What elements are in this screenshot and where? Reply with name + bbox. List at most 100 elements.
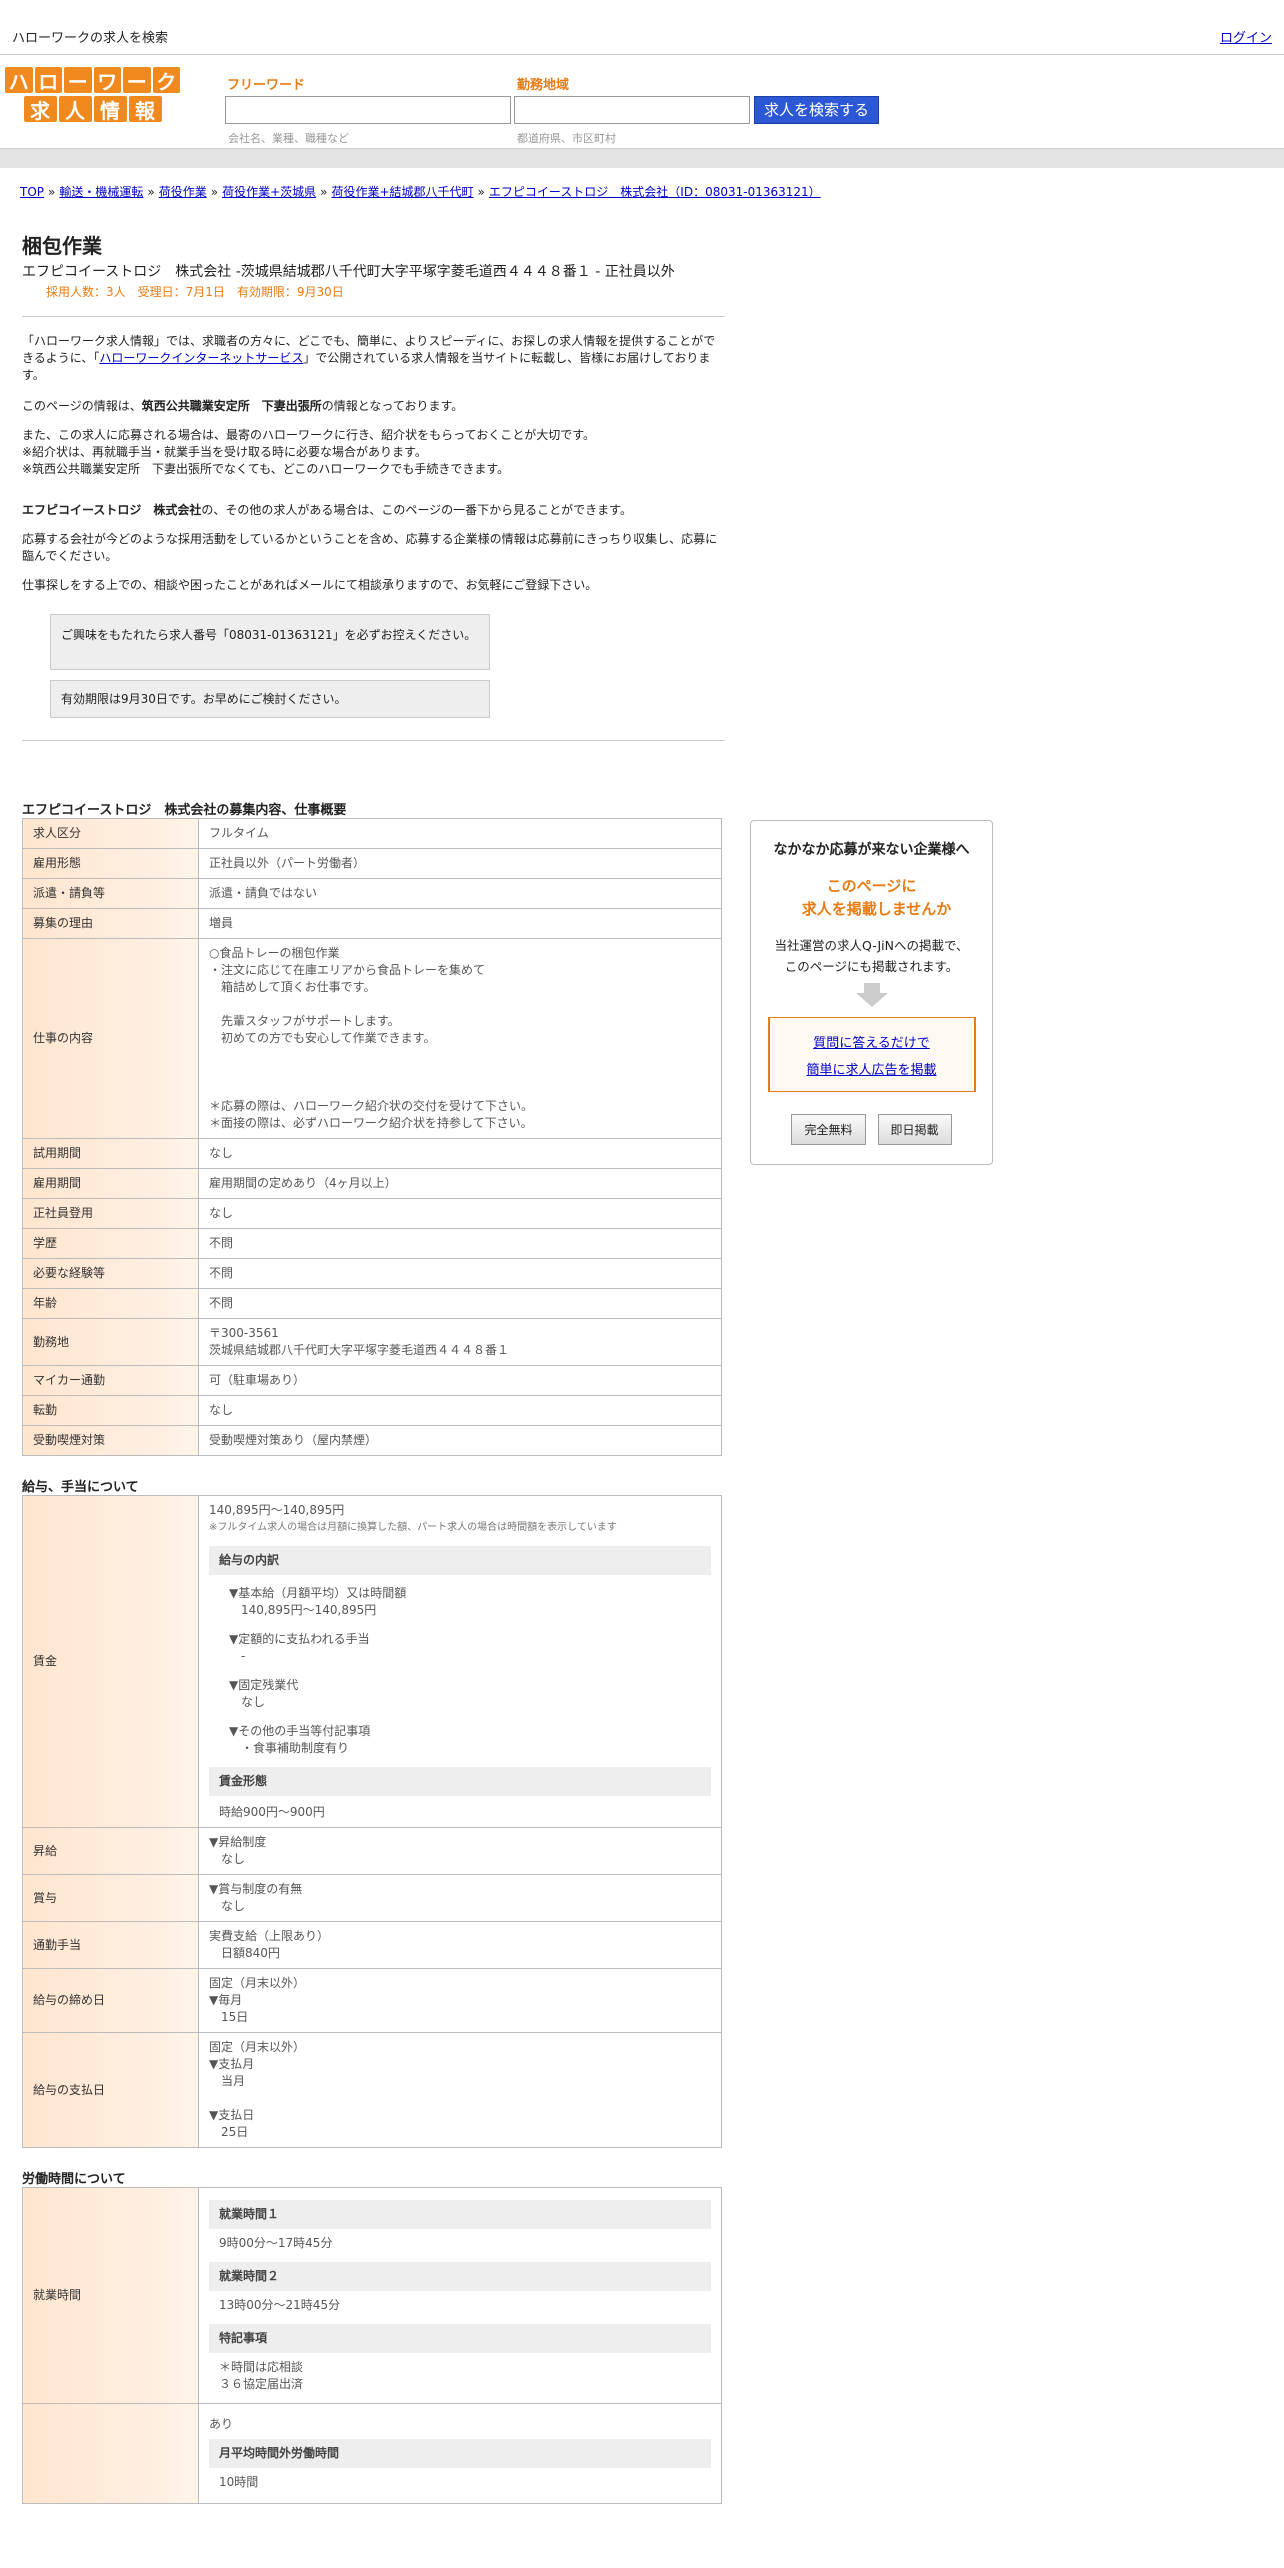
row-label: マイカー通勤 bbox=[22, 1365, 199, 1396]
logo-char: ロ bbox=[34, 67, 62, 94]
row-label: 正社員登用 bbox=[22, 1198, 199, 1229]
row-value: フルタイム bbox=[198, 818, 722, 849]
breadcrumb-prefecture[interactable]: 荷役作業+茨城県 bbox=[222, 185, 316, 199]
breadcrumb-job-type[interactable]: 荷役作業 bbox=[159, 185, 207, 199]
table-row: 派遣・請負等 派遣・請負ではない bbox=[22, 878, 722, 909]
advertise-text: 当社運営の求人Q-JiNへの掲載で、 このページにも掲載されます。 bbox=[751, 935, 992, 977]
job-title: 梱包作業 bbox=[22, 234, 102, 258]
row-label: 必要な経験等 bbox=[22, 1258, 199, 1289]
notes-heading: 特記事項 bbox=[209, 2324, 711, 2353]
breakdown-overtime: ▼固定残業代 なし bbox=[229, 1678, 299, 1709]
freeword-hint: 会社名、業種、職種など bbox=[228, 132, 349, 145]
overview-heading: エフピコイーストロジ 株式会社の募集内容、仕事概要 bbox=[22, 803, 347, 818]
wage-form-value: 時給900円〜900円 bbox=[219, 1805, 325, 1819]
freeword-label: フリーワード bbox=[227, 78, 306, 93]
row-value: 派遣・請負ではない bbox=[198, 878, 722, 909]
row-value: 可（駐車場あり） bbox=[198, 1365, 722, 1396]
table-row: 年齢 不問 bbox=[22, 1288, 722, 1319]
office-name: 筑西公共職業安定所 下妻出張所 bbox=[141, 399, 322, 413]
table-row: 受動喫煙対策 受動喫煙対策あり（屋内禁煙） bbox=[22, 1425, 722, 1456]
table-row: 雇用期間 雇用期間の定めあり（4ヶ月以上） bbox=[22, 1168, 722, 1199]
overtime-flag: あり bbox=[209, 2417, 234, 2431]
site-title: ハローワークの求人を検索 bbox=[12, 31, 169, 46]
office-text: の情報となっております。 bbox=[321, 399, 464, 413]
shift2-value: 13時00分〜21時45分 bbox=[219, 2298, 341, 2312]
breakdown-fixed-allowance: ▼定額的に支払われる手当 - bbox=[229, 1632, 370, 1663]
login-link[interactable]: ログイン bbox=[1220, 27, 1272, 46]
same-day-button[interactable]: 即日掲載 bbox=[877, 1114, 952, 1145]
shift1-heading: 就業時間１ bbox=[209, 2200, 711, 2229]
location-input[interactable] bbox=[514, 96, 750, 124]
row-value: 実費支給（上限あり） 日額840円 bbox=[198, 1921, 722, 1969]
table-row: 給与の締め日 固定（月末以外） ▼毎月 15日 bbox=[22, 1968, 722, 2033]
row-value: 不問 bbox=[198, 1288, 722, 1319]
row-label: 受動喫煙対策 bbox=[22, 1425, 199, 1456]
row-value: なし bbox=[198, 1395, 722, 1426]
overview-table: 求人区分 フルタイム 雇用形態 正社員以外（パート労働者） 派遣・請負等 派遣・請負ではな… bbox=[22, 818, 722, 1456]
logo-char: 人 bbox=[58, 96, 92, 123]
freeword-input[interactable] bbox=[225, 96, 511, 124]
office-paragraph: このページの情報は、筑西公共職業安定所 下妻出張所の情報となっております。 bbox=[22, 398, 725, 415]
hellowork-logo[interactable]: ハローワーク 求人情報 bbox=[5, 67, 180, 123]
divider bbox=[22, 740, 725, 741]
other-jobs-paragraph: エフピコイーストロジ 株式会社の、その他の求人がある場合は、このページの一番下か… bbox=[22, 502, 725, 519]
overtime-label bbox=[22, 2403, 199, 2504]
table-row: 募集の理由 増員 bbox=[22, 908, 722, 939]
breakdown-heading: 給与の内訳 bbox=[209, 1546, 711, 1575]
breadcrumb-top[interactable]: TOP bbox=[20, 185, 44, 199]
row-label: 昇給 bbox=[22, 1827, 199, 1875]
table-row: 求人区分 フルタイム bbox=[22, 818, 722, 849]
advertise-text-line: このページにも掲載されます。 bbox=[784, 959, 959, 974]
row-value: 雇用期間の定めあり（4ヶ月以上） bbox=[198, 1168, 722, 1199]
row-value: 増員 bbox=[198, 908, 722, 939]
table-row: 給与の支払日 固定（月末以外） ▼支払月 当月 ▼支払日 25日 bbox=[22, 2032, 722, 2148]
hellowork-internet-link[interactable]: ハローワークインターネットサービス bbox=[99, 351, 303, 365]
advertise-tagline-2: 求人を掲載しませんか bbox=[801, 900, 952, 918]
table-row: 勤務地 〒300-3561 茨城県結城郡八千代町大字平塚字菱毛道西４４４８番１ bbox=[22, 1318, 722, 1366]
breadcrumb-company[interactable]: エフピコイーストロジ 株式会社（ID：08031-01363121） bbox=[489, 185, 821, 199]
row-label: 雇用期間 bbox=[22, 1168, 199, 1199]
salary-table: 賃金 140,895円〜140,895円 ※フルタイム求人の場合は月額に換算した… bbox=[22, 1495, 722, 2148]
company-name: エフピコイーストロジ 株式会社 bbox=[22, 503, 202, 517]
wage-range: 140,895円〜140,895円 bbox=[209, 1503, 345, 1517]
row-value: ▼昇給制度 なし bbox=[198, 1827, 722, 1875]
table-row: 転勤 なし bbox=[22, 1395, 722, 1426]
row-label: 転勤 bbox=[22, 1395, 199, 1426]
shift2-heading: 就業時間２ bbox=[209, 2262, 711, 2291]
table-row: 昇給 ▼昇給制度 なし bbox=[22, 1827, 722, 1875]
referral-note: ※紹介状は、再就職手当・就業手当を受け取る時に必要な場合があります。 bbox=[22, 445, 427, 459]
search-button[interactable]: 求人を検索する bbox=[754, 96, 879, 124]
intro-paragraph: 「ハローワーク求人情報」では、求職者の方々に、どこでも、簡単に、よりスピーディに… bbox=[22, 333, 725, 384]
table-row: 正社員登用 なし bbox=[22, 1198, 722, 1229]
table-row: 通勤手当 実費支給（上限あり） 日額840円 bbox=[22, 1921, 722, 1969]
row-value: 不問 bbox=[198, 1258, 722, 1289]
overtime-hours: 10時間 bbox=[219, 2475, 259, 2489]
advertise-link-2[interactable]: 簡単に求人広告を掲載 bbox=[806, 1063, 936, 1078]
row-label: 求人区分 bbox=[22, 818, 199, 849]
table-row: 試用期間 なし bbox=[22, 1138, 722, 1169]
row-label: 年齢 bbox=[22, 1288, 199, 1319]
location-hint: 都道府県、市区町村 bbox=[517, 132, 616, 145]
job-meta: 採用人数：3人 受理日：7月1日 有効期限：9月30日 bbox=[46, 285, 344, 299]
expiry-note: 有効期限は9月30日です。お早めにご検討ください。 bbox=[50, 680, 490, 718]
logo-char: ワ bbox=[93, 67, 121, 94]
advertise-buttons: 完全無料 即日掲載 bbox=[751, 1114, 992, 1145]
office-text: このページの情報は、 bbox=[22, 399, 142, 413]
table-row: 仕事の内容 ○食品トレーの梱包作業 ・注文に応じて在庫エリアから食品トレーを集めて… bbox=[22, 938, 722, 1139]
referral-text: また、この求人に応募される場合は、最寄のハローワークに行き、紹介状をもらっておく… bbox=[22, 428, 596, 442]
referral-note: ※筑西公共職業安定所 下妻出張所でなくても、どこのハローワークでも手続きできます… bbox=[22, 462, 510, 476]
logo-char: ー bbox=[64, 67, 92, 94]
top-bar: ハローワークの求人を検索 ログイン bbox=[0, 0, 1284, 55]
logo-char: 求 bbox=[23, 96, 57, 123]
row-value: ○食品トレーの梱包作業 ・注文に応じて在庫エリアから食品トレーを集めて 箱詰めし… bbox=[198, 938, 722, 1139]
salary-heading: 給与、手当について bbox=[22, 1480, 139, 1495]
wage-value: 140,895円〜140,895円 ※フルタイム求人の場合は月額に換算した額、パ… bbox=[198, 1495, 722, 1828]
location-label: 勤務地域 bbox=[517, 78, 570, 93]
breadcrumb-town[interactable]: 荷役作業+結城郡八千代町 bbox=[331, 185, 473, 199]
breadcrumb-category[interactable]: 輸送・機械運転 bbox=[59, 185, 143, 199]
table-row: 賃金 140,895円〜140,895円 ※フルタイム求人の場合は月額に換算した… bbox=[22, 1495, 722, 1828]
advertise-link-box: 質問に答えるだけで 簡単に求人広告を掲載 bbox=[767, 1017, 976, 1092]
advertise-link-1[interactable]: 質問に答えるだけで bbox=[813, 1036, 930, 1051]
free-button[interactable]: 完全無料 bbox=[791, 1114, 866, 1145]
row-label: 勤務地 bbox=[22, 1318, 199, 1366]
